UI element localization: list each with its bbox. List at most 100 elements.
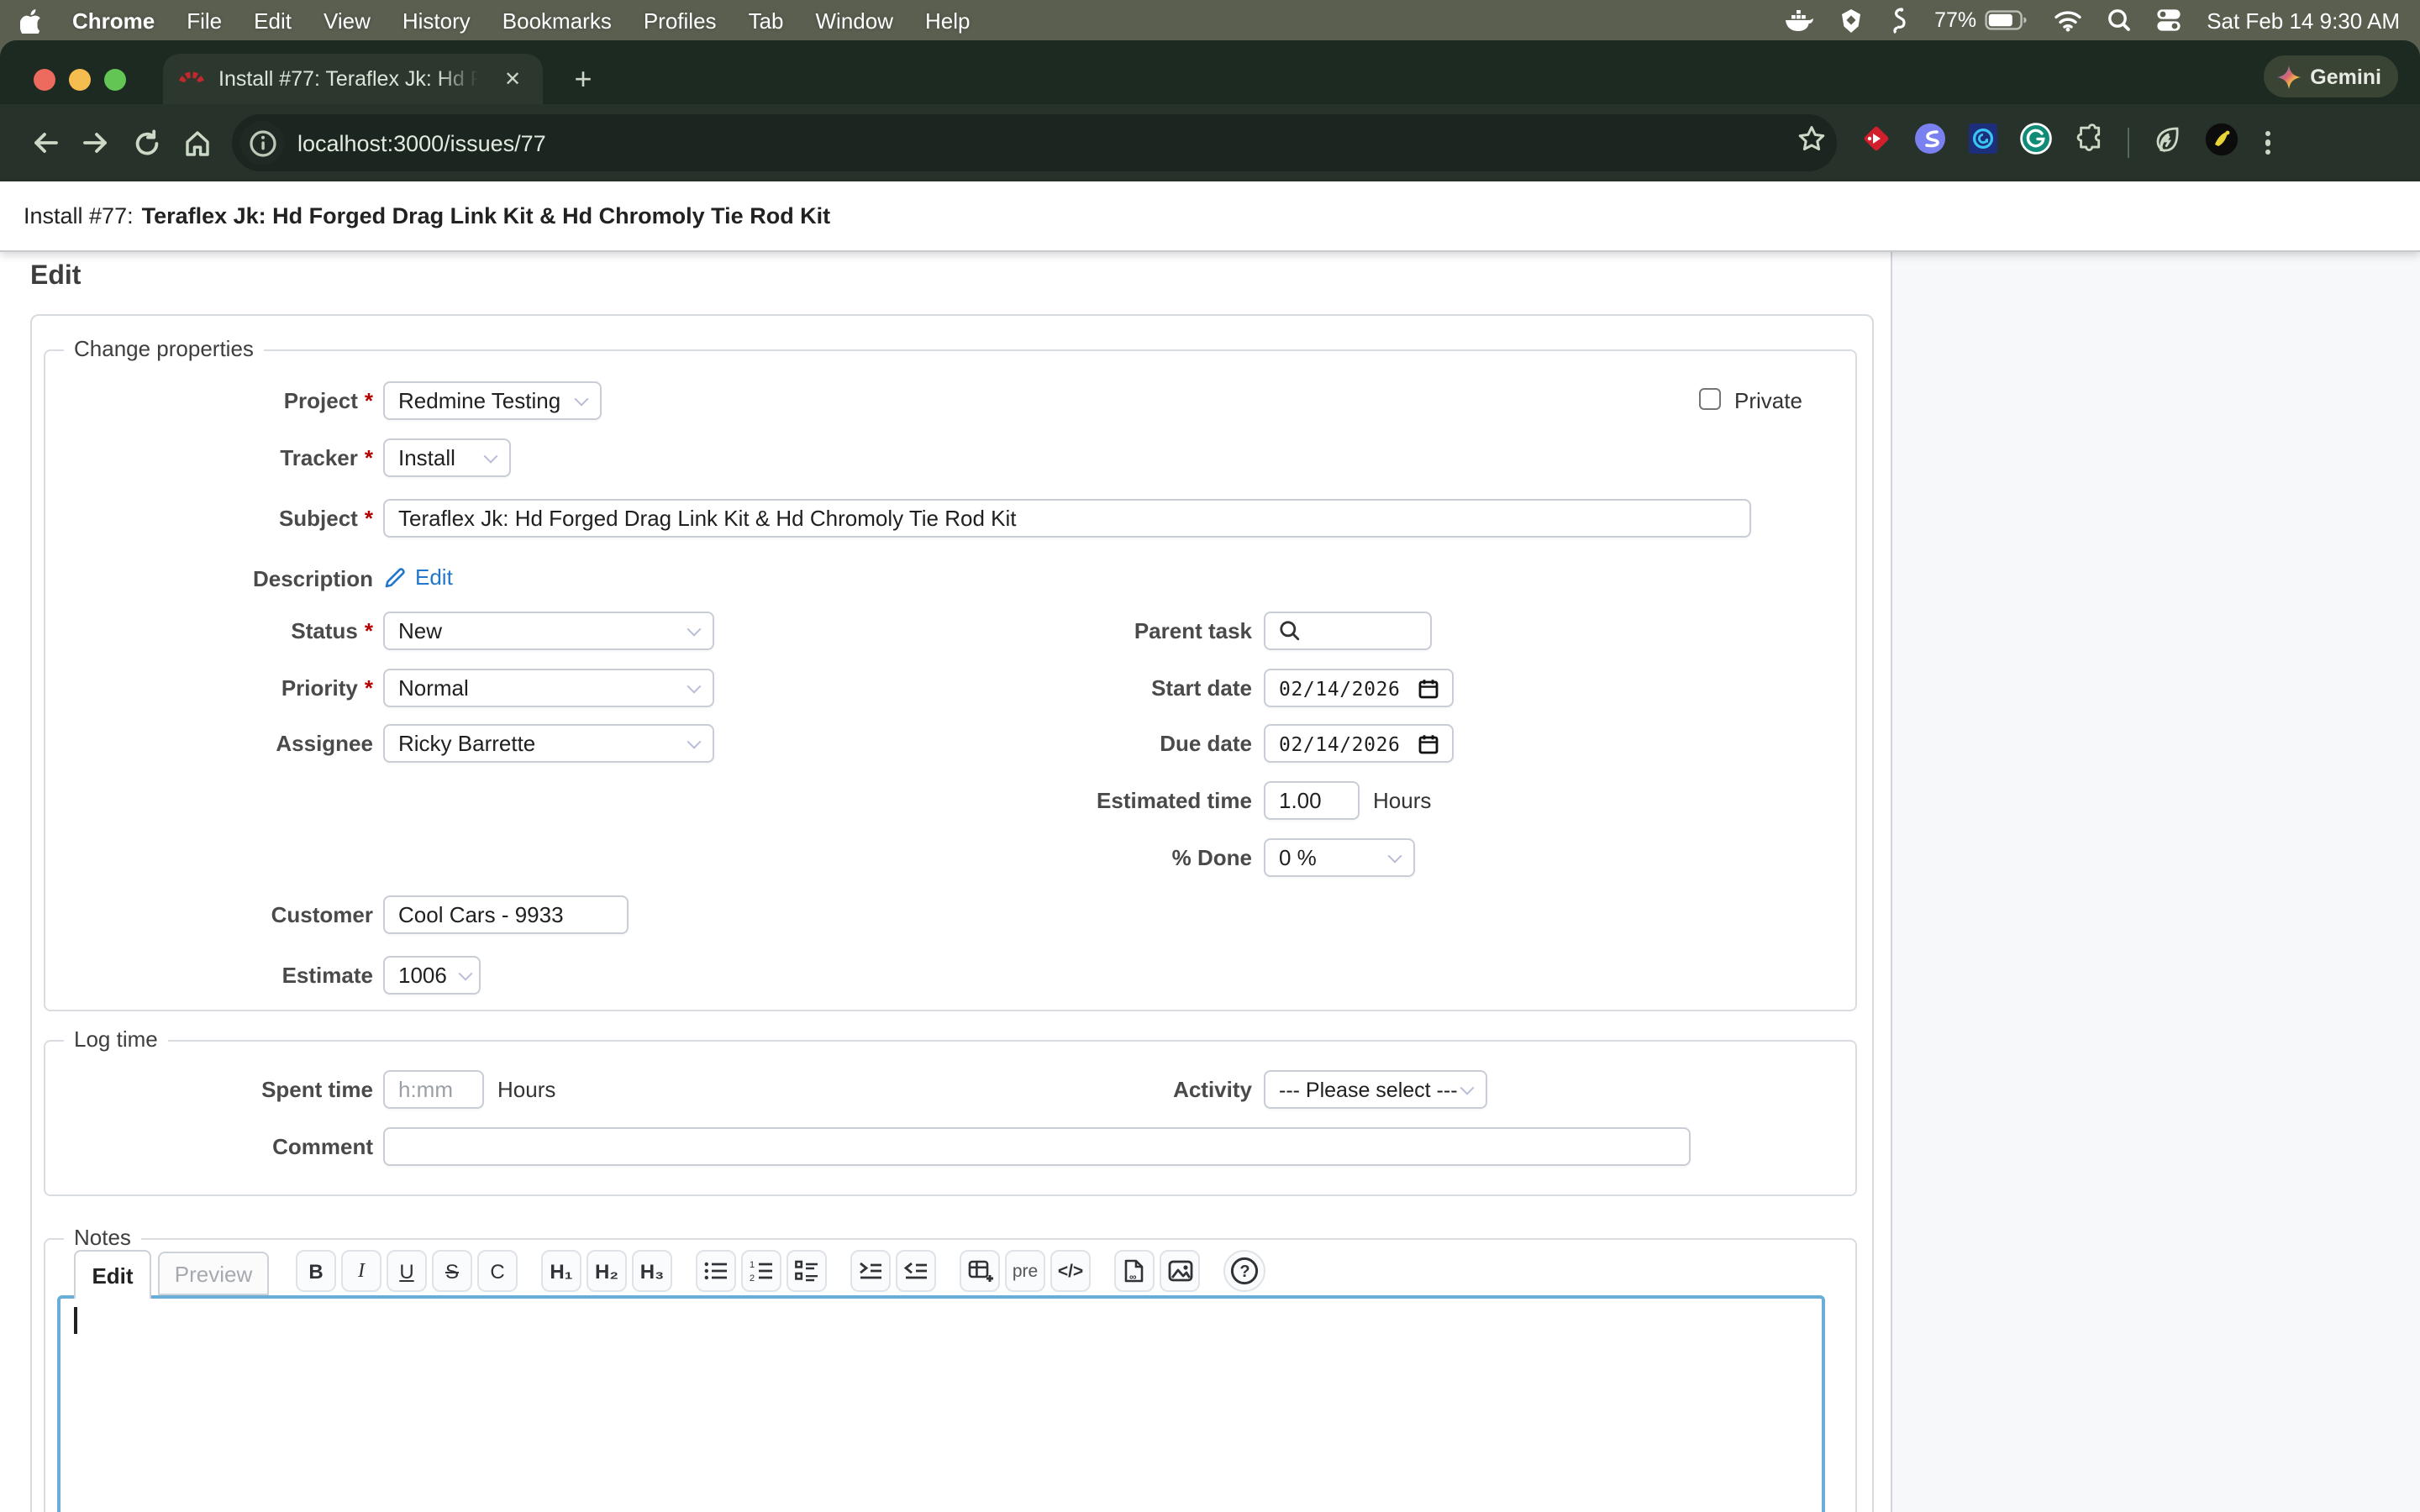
menu-history[interactable]: History <box>402 8 471 33</box>
dragon-icon[interactable] <box>1889 7 1909 34</box>
description-edit-link[interactable]: Edit <box>383 564 453 590</box>
blockquote-button[interactable] <box>850 1250 891 1292</box>
extension-purple-icon[interactable] <box>1914 123 1946 163</box>
inline-code-button[interactable]: C <box>477 1250 518 1292</box>
subject-input[interactable] <box>383 499 1751 538</box>
address-bar[interactable]: localhost:3000/issues/77 <box>232 114 1837 171</box>
menu-help[interactable]: Help <box>925 8 971 33</box>
control-center-icon[interactable] <box>2156 8 2181 32</box>
menu-profiles[interactable]: Profiles <box>644 8 717 33</box>
assignee-select[interactable]: Ricky Barrette <box>383 724 714 763</box>
wiki-link-button[interactable]: ∞ <box>1114 1250 1155 1292</box>
status-select[interactable]: New <box>383 612 714 650</box>
tracker-select[interactable]: Install <box>383 438 511 477</box>
private-label: Private <box>1734 381 1802 420</box>
start-date-label: Start date <box>908 669 1252 707</box>
chevron-down-icon <box>575 391 589 406</box>
extensions-puzzle-icon[interactable] <box>2074 123 2106 163</box>
change-properties-legend: Change properties <box>64 336 264 361</box>
notes-tab-edit[interactable]: Edit <box>74 1250 151 1299</box>
chevron-down-icon <box>459 966 473 980</box>
window-zoom-button[interactable] <box>104 69 126 91</box>
activity-select[interactable]: --- Please select --- <box>1264 1070 1487 1109</box>
task-list-button[interactable] <box>786 1250 827 1292</box>
start-date-input[interactable]: 02/14/2026 <box>1264 669 1454 707</box>
chevron-down-icon <box>687 622 702 636</box>
menu-file[interactable]: File <box>187 8 222 33</box>
browser-tab[interactable]: Install #77: Teraflex Jk: Hd For ✕ <box>163 54 543 104</box>
bookmark-star-icon[interactable] <box>1797 124 1827 161</box>
percent-done-select[interactable]: 0 % <box>1264 838 1415 877</box>
project-select[interactable]: Redmine Testing <box>383 381 602 420</box>
code-block-button[interactable]: </> <box>1050 1250 1091 1292</box>
parent-task-input[interactable] <box>1264 612 1432 650</box>
menu-edit[interactable]: Edit <box>254 8 292 33</box>
menu-tab[interactable]: Tab <box>749 8 784 33</box>
priority-select[interactable]: Normal <box>383 669 714 707</box>
heading3-button[interactable]: H₃ <box>632 1250 672 1292</box>
menu-window[interactable]: Window <box>816 8 894 33</box>
private-checkbox[interactable] <box>1699 388 1721 410</box>
issue-id-label: Install #77: <box>24 203 134 228</box>
shield-icon[interactable] <box>1839 8 1864 33</box>
menu-chrome[interactable]: Chrome <box>72 8 155 33</box>
spotlight-search-icon[interactable] <box>2107 8 2131 32</box>
heading1-button[interactable]: H₁ <box>541 1250 581 1292</box>
toolbar-divider <box>2128 128 2129 158</box>
help-button[interactable]: ? <box>1223 1250 1265 1292</box>
bullet-list-button[interactable] <box>696 1250 736 1292</box>
profile-avatar[interactable] <box>2205 122 2238 164</box>
bold-button[interactable]: B <box>296 1250 336 1292</box>
battery-icon <box>1985 10 2028 30</box>
spent-time-input[interactable] <box>383 1070 484 1109</box>
estimate-select[interactable]: 1006 <box>383 956 481 995</box>
underline-button[interactable]: U <box>387 1250 427 1292</box>
extension-red-icon[interactable] <box>1860 123 1892 163</box>
table-button[interactable] <box>960 1250 1000 1292</box>
comment-input[interactable] <box>383 1127 1691 1166</box>
description-label: Description <box>67 559 373 598</box>
extension-lock-icon[interactable] <box>1968 123 1998 163</box>
menu-bookmarks[interactable]: Bookmarks <box>502 8 612 33</box>
customer-input[interactable] <box>383 895 629 934</box>
apple-menu-icon[interactable] <box>20 8 42 33</box>
tab-close-icon[interactable]: ✕ <box>497 64 528 94</box>
svg-text:∞: ∞ <box>1129 1271 1137 1283</box>
image-button[interactable] <box>1160 1250 1200 1292</box>
notes-legend: Notes <box>64 1225 141 1250</box>
reload-button[interactable] <box>121 118 171 168</box>
heading2-button[interactable]: H₂ <box>587 1250 627 1292</box>
battery-indicator[interactable]: 77% <box>1934 8 2028 32</box>
back-button[interactable] <box>20 118 71 168</box>
notes-tab-preview[interactable]: Preview <box>158 1252 269 1295</box>
browser-toolbar: localhost:3000/issues/77 <box>0 104 2420 181</box>
home-button[interactable] <box>171 118 222 168</box>
strikethrough-button[interactable]: S <box>432 1250 472 1292</box>
estimated-time-input[interactable] <box>1264 781 1360 820</box>
browser-menu-icon[interactable] <box>2260 130 2275 155</box>
forward-button[interactable] <box>71 118 121 168</box>
menu-view[interactable]: View <box>324 8 371 33</box>
italic-button[interactable]: I <box>341 1250 381 1292</box>
window-close-button[interactable] <box>34 69 55 91</box>
preformatted-button[interactable]: pre <box>1005 1250 1045 1292</box>
grammarly-icon[interactable] <box>2020 123 2052 163</box>
unquote-button[interactable] <box>896 1250 936 1292</box>
notes-textarea[interactable] <box>57 1295 1825 1512</box>
performance-leaf-icon[interactable] <box>2151 123 2183 163</box>
due-date-label: Due date <box>908 724 1252 763</box>
battery-percent-label: 77% <box>1934 8 1976 32</box>
window-minimize-button[interactable] <box>69 69 91 91</box>
redmine-favicon <box>178 62 205 96</box>
chevron-down-icon <box>1388 848 1402 863</box>
menubar-clock[interactable]: Sat Feb 14 9:30 AM <box>2207 8 2400 33</box>
chevron-down-icon <box>687 679 702 693</box>
gemini-button[interactable]: Gemini <box>2263 55 2398 97</box>
search-icon <box>1279 620 1301 642</box>
due-date-input[interactable]: 02/14/2026 <box>1264 724 1454 763</box>
docker-icon[interactable] <box>1783 8 1813 32</box>
site-info-icon[interactable] <box>240 121 284 165</box>
new-tab-button[interactable]: + <box>565 60 602 97</box>
wifi-icon[interactable] <box>2054 9 2082 31</box>
numbered-list-button[interactable]: 12 <box>741 1250 781 1292</box>
